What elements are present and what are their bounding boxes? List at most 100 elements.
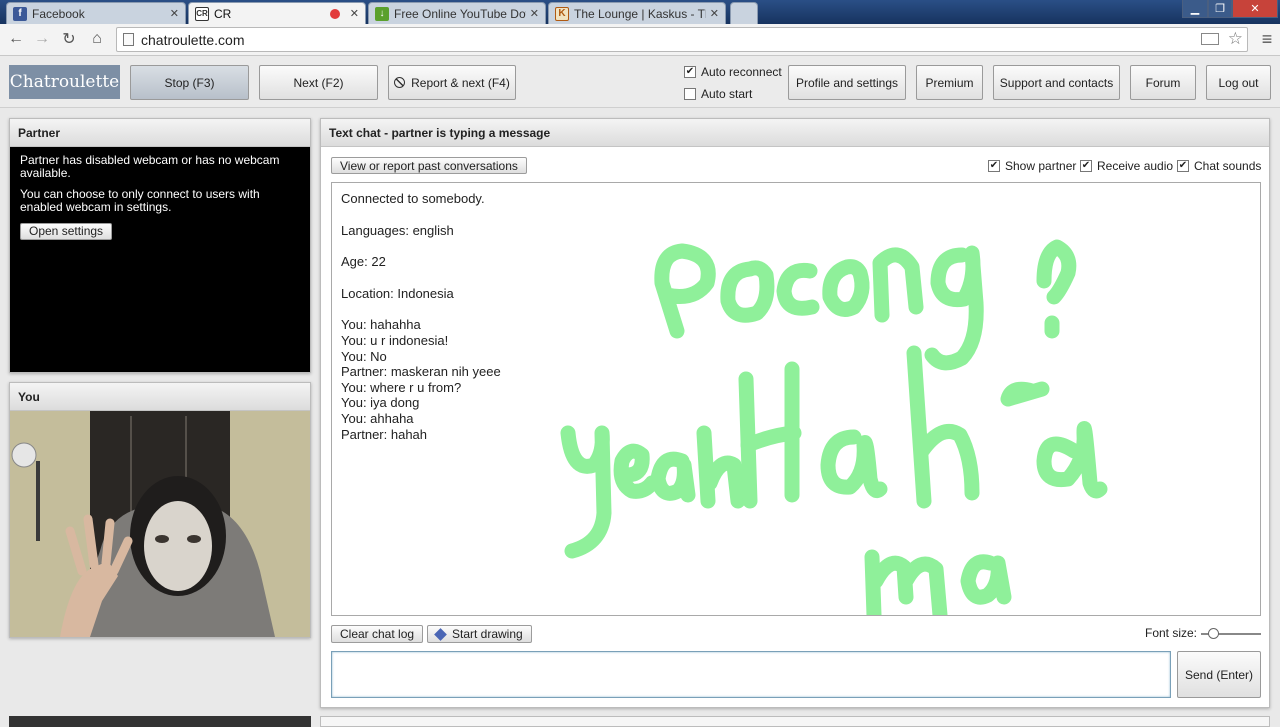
drawing-stroke: [872, 247, 924, 323]
font-size-label: Font size:: [1145, 626, 1198, 640]
drawing-stroke: [696, 425, 746, 509]
you-panel: You: [9, 382, 311, 638]
tab-title: CR: [214, 6, 232, 21]
pencil-icon: [434, 627, 447, 641]
forward-icon[interactable]: →: [31, 28, 53, 50]
partner-settings-message: You can choose to only connect to users …: [20, 187, 260, 214]
profile-settings-button[interactable]: Profile and settings: [788, 65, 906, 100]
tab-kaskus[interactable]: K The Lounge | Kaskus - The ✕: [548, 2, 726, 24]
auto-reconnect-checkbox[interactable]: ✔ Auto reconnect: [684, 65, 782, 79]
close-tab-icon[interactable]: ✕: [710, 7, 719, 20]
close-tab-icon[interactable]: ✕: [530, 7, 539, 20]
report-next-button[interactable]: Report & next (F4): [388, 65, 516, 100]
logout-button[interactable]: Log out: [1206, 65, 1271, 100]
chat-panel: Text chat - partner is typing a message …: [320, 118, 1270, 708]
report-icon: [394, 77, 406, 88]
tab-facebook[interactable]: f Facebook ✕: [6, 2, 186, 24]
drawing-stroke: [560, 425, 612, 559]
auto-start-checkbox[interactable]: Auto start: [684, 87, 752, 101]
partner-webcam-message: Partner has disabled webcam or has no we…: [20, 153, 280, 180]
chatroulette-logo[interactable]: Chatroulette: [9, 65, 120, 99]
drawing-stroke: [820, 429, 888, 499]
open-settings-button[interactable]: Open settings: [20, 223, 113, 240]
drawing-stroke: [1036, 421, 1108, 499]
receive-audio-label: Receive audio: [1097, 159, 1174, 173]
menu-icon[interactable]: ≡: [1256, 28, 1278, 50]
panel-edge: [9, 716, 311, 727]
drawing-stroke: [654, 243, 716, 339]
recording-icon: [329, 8, 340, 19]
show-partner-checkbox[interactable]: ✔ Show partner: [988, 159, 1076, 173]
app-header: Chatroulette Stop (F3) Next (F2) Report …: [0, 56, 1280, 108]
facebook-icon: f: [13, 6, 27, 21]
stop-button[interactable]: Stop (F3): [130, 65, 249, 100]
chat-sounds-checkbox[interactable]: ✔ Chat sounds: [1177, 159, 1261, 173]
camera-icon[interactable]: [1201, 33, 1219, 45]
close-window-icon[interactable]: ✕: [1232, 0, 1278, 18]
you-panel-title: You: [10, 383, 310, 411]
drawing-stroke: [613, 443, 660, 499]
drawing-stroke: [924, 245, 984, 371]
drawing-stroke: [960, 554, 1012, 605]
chat-log-area[interactable]: Connected to somebody. Languages: english…: [331, 182, 1261, 616]
star-icon[interactable]: ☆: [1228, 29, 1243, 49]
drawing-stroke: [864, 549, 948, 615]
kaskus-icon: K: [555, 6, 569, 21]
minimize-icon[interactable]: ▁: [1182, 0, 1208, 18]
reload-icon[interactable]: ↻: [58, 28, 80, 50]
tab-title: Free Online YouTube Dow: [394, 6, 526, 21]
tab-title: The Lounge | Kaskus - The: [574, 6, 706, 21]
drawing-stroke: [1036, 239, 1077, 305]
send-button[interactable]: Send (Enter): [1177, 651, 1261, 698]
auto-reconnect-label: Auto reconnect: [701, 65, 782, 79]
restore-icon[interactable]: ❐: [1208, 0, 1232, 18]
address-bar[interactable]: chatroulette.com ☆: [116, 27, 1248, 52]
tab-cr[interactable]: CR CR ✕: [188, 2, 366, 24]
partner-panel: Partner Partner has disabled webcam or h…: [9, 118, 311, 373]
new-tab-button[interactable]: [730, 2, 758, 24]
drawing-stroke: [822, 259, 870, 317]
checkbox-empty-icon: [684, 88, 696, 100]
partner-video-area: Partner has disabled webcam or has no we…: [10, 147, 310, 372]
start-drawing-label: Start drawing: [452, 627, 523, 641]
drawing-stroke: [906, 345, 980, 509]
drawing-canvas[interactable]: [332, 183, 1260, 615]
close-tab-icon[interactable]: ✕: [350, 7, 359, 20]
checkmark-icon: ✔: [1080, 160, 1092, 172]
tab-youtube-download[interactable]: ↓ Free Online YouTube Dow ✕: [368, 2, 546, 24]
report-label: Report & next (F4): [411, 75, 510, 90]
font-size-slider-thumb[interactable]: [1208, 628, 1219, 639]
home-icon[interactable]: ⌂: [86, 28, 108, 50]
clear-chat-log-button[interactable]: Clear chat log: [331, 625, 424, 643]
close-tab-icon[interactable]: ✕: [170, 7, 179, 20]
webcam-image: [10, 411, 310, 637]
chat-panel-title: Text chat - partner is typing a message: [321, 119, 1269, 147]
start-drawing-button[interactable]: Start drawing: [427, 625, 532, 643]
drawing-stroke: [1000, 381, 1050, 407]
receive-audio-checkbox[interactable]: ✔ Receive audio: [1080, 159, 1173, 173]
drawing-stroke: [720, 260, 775, 323]
checkmark-icon: ✔: [1177, 160, 1189, 172]
checkmark-icon: ✔: [988, 160, 1000, 172]
next-button[interactable]: Next (F2): [259, 65, 378, 100]
forum-button[interactable]: Forum: [1130, 65, 1196, 100]
show-partner-label: Show partner: [1005, 159, 1077, 173]
back-icon[interactable]: ←: [5, 28, 27, 50]
chatroulette-icon: CR: [195, 6, 209, 21]
chat-sounds-label: Chat sounds: [1194, 159, 1262, 173]
drawing-stroke: [776, 262, 820, 316]
auto-start-label: Auto start: [701, 87, 753, 101]
browser-toolbar: ← → ↻ ⌂ chatroulette.com ☆ ≡: [0, 24, 1280, 56]
tab-title: Facebook: [32, 6, 85, 21]
message-input[interactable]: [331, 651, 1171, 698]
panel-edge: [320, 716, 1270, 727]
browser-tabstrip: f Facebook ✕ CR CR ✕ ↓ Free Online YouTu…: [0, 0, 1280, 24]
premium-button[interactable]: Premium: [916, 65, 983, 100]
self-webcam-view: [10, 411, 310, 637]
page-icon: [123, 33, 134, 46]
support-contacts-button[interactable]: Support and contacts: [993, 65, 1120, 100]
drawing-stroke: [650, 451, 696, 503]
font-size-slider-track[interactable]: [1201, 628, 1261, 639]
partner-panel-title: Partner: [10, 119, 310, 147]
view-past-conversations-button[interactable]: View or report past conversations: [331, 157, 527, 174]
